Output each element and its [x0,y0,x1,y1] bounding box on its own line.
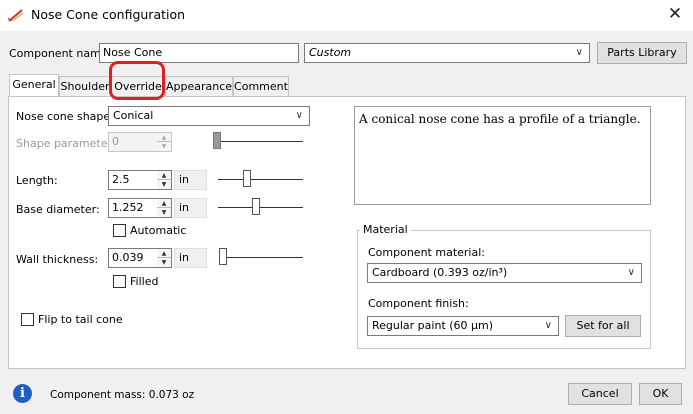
set-for-all-button[interactable]: Set for all [565,315,641,337]
chevron-down-icon: ∨ [575,47,583,58]
filled-label: Filled [130,275,159,288]
info-icon: i [13,384,32,403]
component-name-label: Component name: [9,47,112,60]
chevron-down-icon: ∨ [544,320,552,331]
rocket-icon [7,9,24,22]
wall-thickness-slider-track[interactable] [220,257,303,258]
shape-param-slider-thumb[interactable] [213,132,221,149]
base-diameter-unit[interactable]: in [174,198,207,218]
base-diameter-slider-track[interactable] [218,207,303,208]
flip-label: Flip to tail cone [38,313,123,326]
override-tab-highlight [109,61,165,100]
component-mass-text: Component mass: 0.073 oz [50,389,195,401]
shape-param-slider-track[interactable] [215,141,303,142]
automatic-label: Automatic [130,224,187,237]
cancel-button[interactable]: Cancel [568,383,632,405]
preset-select[interactable]: Custom ∨ [304,43,590,63]
component-finish-select[interactable]: Regular paint (60 μm) ∨ [367,316,559,336]
shape-value: Conical [113,109,154,122]
base-diameter-spinner[interactable]: ▲ ▼ [157,198,172,218]
preset-value: Custom [309,46,352,59]
parts-library-button[interactable]: Parts Library [597,42,687,64]
close-icon[interactable]: ✕ [664,3,686,25]
automatic-checkbox[interactable] [113,224,126,237]
base-diameter-label: Base diameter: [16,203,100,216]
shape-param-spinner[interactable]: ▲ ▼ [157,132,172,152]
component-finish-label: Component finish: [368,297,469,310]
wall-thickness-label: Wall thickness: [16,253,99,266]
tab-shoulder[interactable]: Shoulder [59,76,111,96]
length-input[interactable]: 2.5 [108,170,158,190]
base-diameter-input[interactable]: 1.252 [108,198,158,218]
window-title: Nose Cone configuration [31,7,186,22]
material-group-title: Material [360,223,411,236]
shape-select[interactable]: Conical ∨ [108,106,310,126]
ok-button[interactable]: OK [639,383,682,405]
component-material-label: Component material: [368,246,485,259]
chevron-down-icon: ∨ [627,267,635,278]
wall-thickness-input[interactable]: 0.039 [108,248,158,268]
component-name-input[interactable]: Nose Cone [99,43,299,63]
component-finish-value: Regular paint (60 μm) [372,319,494,332]
component-material-select[interactable]: Cardboard (0.393 oz/in³) ∨ [367,263,642,283]
wall-thickness-spinner[interactable]: ▲ ▼ [157,248,172,268]
shape-label: Nose cone shape: [16,110,114,123]
tab-comment[interactable]: Comment [233,76,289,96]
length-spinner[interactable]: ▲ ▼ [157,170,172,190]
length-unit[interactable]: in [174,170,207,190]
tab-appearance[interactable]: Appearance [165,76,233,96]
tab-general[interactable]: General [9,74,59,97]
filled-checkbox[interactable] [113,275,126,288]
length-slider-track[interactable] [218,179,303,180]
shape-description: A conical nose cone has a profile of a t… [354,106,651,205]
base-diameter-slider-thumb[interactable] [252,198,260,215]
shape-param-label: Shape parameter: [16,137,116,150]
shape-param-input[interactable]: 0 [108,132,158,152]
chevron-down-icon: ∨ [295,110,303,121]
flip-checkbox[interactable] [21,313,34,326]
component-material-value: Cardboard (0.393 oz/in³) [372,266,508,279]
wall-thickness-unit[interactable]: in [174,248,207,268]
length-slider-thumb[interactable] [243,170,251,187]
wall-thickness-slider-thumb[interactable] [219,248,227,265]
length-label: Length: [16,174,58,187]
